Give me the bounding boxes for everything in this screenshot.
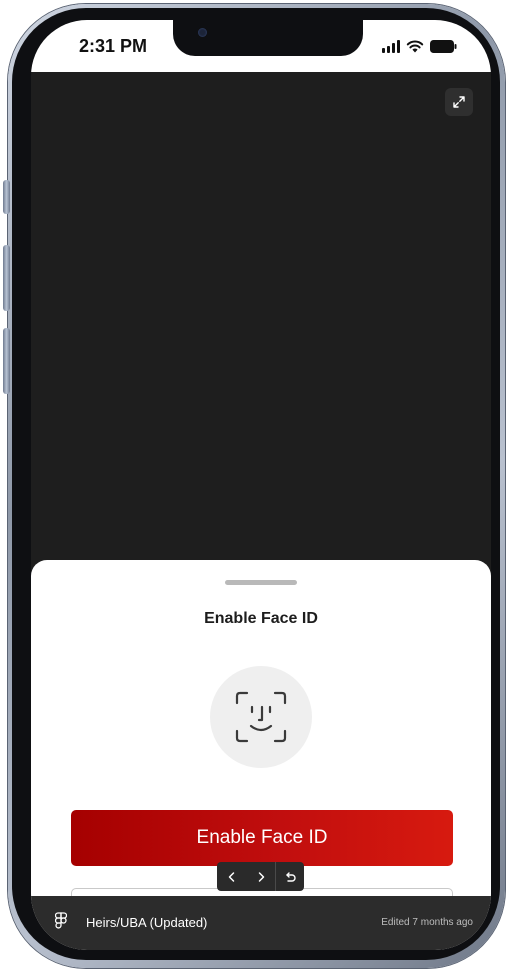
phone-screen: 2:31 PM Enable Face ID Enable Face ID He… [31,20,491,950]
prototype-nav [217,862,304,891]
status-time: 2:31 PM [79,36,148,56]
edited-timestamp: Edited 7 months ago [381,917,473,928]
status-icons [382,39,457,53]
restart-button[interactable] [275,862,304,891]
volume-down-button [3,328,10,394]
signal-icon [382,40,400,53]
wifi-icon [406,39,424,53]
face-id-icon [235,691,287,743]
battery-icon [430,40,457,53]
enable-face-id-button[interactable]: Enable Face ID [71,810,453,866]
expand-icon [453,96,465,108]
next-frame-button[interactable] [246,862,275,891]
restart-icon [286,871,296,882]
drag-handle[interactable] [225,580,297,585]
figma-footer: Heirs/UBA (Updated) Edited 7 months ago [31,896,491,950]
chevron-left-icon [228,871,234,882]
figma-icon[interactable] [54,912,68,935]
notch [173,20,363,56]
sheet-title: Enable Face ID [204,610,318,627]
camera-icon [198,28,207,37]
expand-button[interactable] [445,88,473,116]
chevron-right-icon [258,871,264,882]
status-bar: 2:31 PM [31,20,491,72]
mute-switch [3,180,10,214]
file-name[interactable]: Heirs/UBA (Updated) [86,915,207,930]
previous-frame-button[interactable] [217,862,246,891]
enable-face-id-button-label: Enable Face ID [196,827,328,848]
bottom-sheet: Enable Face ID Enable Face ID [31,560,491,950]
face-id-illustration [210,666,312,768]
volume-up-button [3,245,10,311]
